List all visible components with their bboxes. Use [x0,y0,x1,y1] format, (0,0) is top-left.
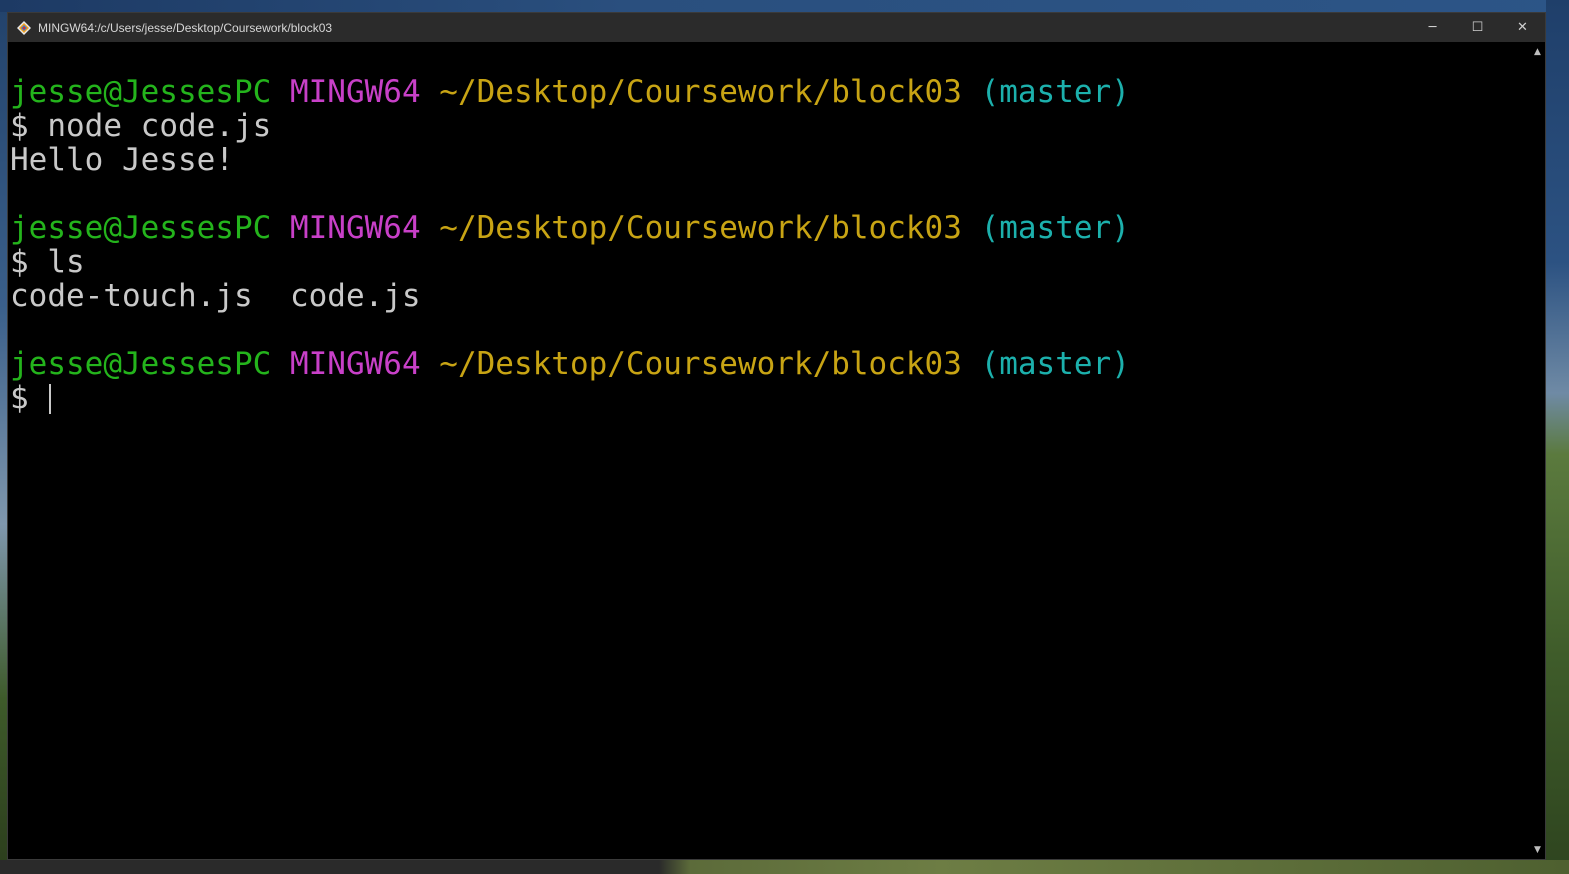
desktop-background-right [1546,0,1569,874]
command-text: ls [47,244,85,280]
output-line: code-touch.js code.js [10,278,421,314]
prompt-symbol: $ [10,244,29,280]
prompt-symbol: $ [10,108,29,144]
terminal-output[interactable]: jesse@JessesPC MINGW64 ~/Desktop/Coursew… [8,42,1530,859]
maximize-button[interactable]: ☐ [1455,13,1500,42]
desktop-background-top [0,0,1569,12]
prompt-path: ~/Desktop/Coursework/block03 [439,210,962,246]
output-line: Hello Jesse! [10,142,234,178]
prompt-path: ~/Desktop/Coursework/block03 [439,74,962,110]
maximize-icon: ☐ [1471,20,1484,35]
minimize-icon: ─ [1428,20,1437,35]
command-line: $ node code.js [10,109,1530,143]
window-controls: ─ ☐ ✕ [1410,13,1545,42]
close-icon: ✕ [1517,20,1528,35]
title-bar[interactable]: MINGW64:/c/Users/jesse/Desktop/Coursewor… [8,13,1545,42]
prompt-system: MINGW64 [289,346,421,382]
command-text: node code.js [47,108,272,144]
prompt-system: MINGW64 [289,74,421,110]
text-cursor [49,384,52,414]
prompt-system: MINGW64 [289,210,421,246]
prompt-branch: (master) [980,346,1130,382]
git-bash-icon[interactable] [16,20,32,36]
prompt-line: jesse@JessesPC MINGW64 ~/Desktop/Coursew… [10,211,1530,245]
command-line: $ ls [10,245,1530,279]
close-button[interactable]: ✕ [1500,13,1545,42]
prompt-symbol: $ [10,380,29,416]
scroll-down-arrow-icon[interactable]: ▼ [1530,842,1545,857]
terminal-window: MINGW64:/c/Users/jesse/Desktop/Coursewor… [7,12,1546,860]
desktop-background-bottom [0,860,1569,874]
vertical-scrollbar[interactable]: ▲ ▼ [1530,42,1545,859]
prompt-user-host: jesse@JessesPC [10,210,272,246]
prompt-line: jesse@JessesPC MINGW64 ~/Desktop/Coursew… [10,75,1530,109]
scroll-up-arrow-icon[interactable]: ▲ [1530,44,1545,59]
prompt-user-host: jesse@JessesPC [10,74,272,110]
prompt-branch: (master) [980,74,1130,110]
prompt-user-host: jesse@JessesPC [10,346,272,382]
window-title: MINGW64:/c/Users/jesse/Desktop/Coursewor… [38,20,333,35]
prompt-branch: (master) [980,210,1130,246]
minimize-button[interactable]: ─ [1410,13,1455,42]
prompt-line: jesse@JessesPC MINGW64 ~/Desktop/Coursew… [10,347,1530,381]
input-line[interactable]: $ [10,381,1530,415]
prompt-path: ~/Desktop/Coursework/block03 [439,346,962,382]
